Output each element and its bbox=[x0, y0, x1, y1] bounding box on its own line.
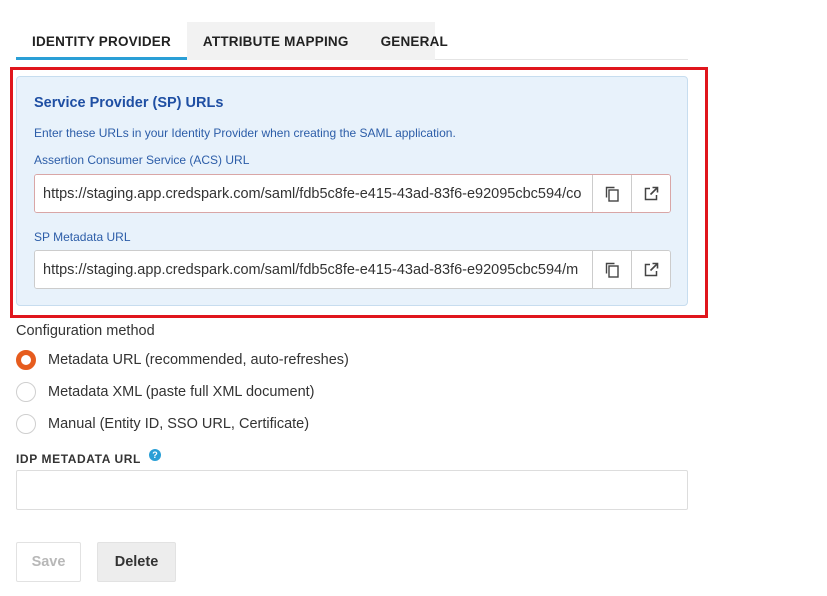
idp-metadata-url-input[interactable] bbox=[16, 470, 688, 510]
delete-button[interactable]: Delete bbox=[97, 542, 176, 582]
tab-identity-provider[interactable]: IDENTITY PROVIDER bbox=[16, 22, 187, 60]
tab-general[interactable]: GENERAL bbox=[365, 22, 464, 60]
radio-label: Manual (Entity ID, SSO URL, Certificate) bbox=[48, 416, 310, 432]
tab-attribute-mapping[interactable]: ATTRIBUTE MAPPING bbox=[187, 22, 365, 60]
highlight-box bbox=[10, 67, 708, 318]
save-button[interactable]: Save bbox=[16, 542, 81, 582]
idp-metadata-url-label-row: IDP METADATA URL ? bbox=[16, 449, 161, 466]
tab-bar: IDENTITY PROVIDER ATTRIBUTE MAPPING GENE… bbox=[16, 22, 688, 60]
help-icon[interactable]: ? bbox=[148, 449, 161, 461]
radio-button-selected[interactable] bbox=[16, 350, 36, 370]
radio-button[interactable] bbox=[16, 382, 36, 402]
config-method-label: Configuration method bbox=[16, 323, 155, 339]
radio-manual[interactable]: Manual (Entity ID, SSO URL, Certificate) bbox=[16, 414, 309, 434]
idp-metadata-url-label: IDP METADATA URL bbox=[16, 452, 141, 466]
radio-label: Metadata XML (paste full XML document) bbox=[48, 384, 315, 400]
radio-button[interactable] bbox=[16, 414, 36, 434]
radio-metadata-url[interactable]: Metadata URL (recommended, auto-refreshe… bbox=[16, 350, 349, 370]
tab-list: IDENTITY PROVIDER ATTRIBUTE MAPPING GENE… bbox=[16, 22, 448, 60]
radio-label: Metadata URL (recommended, auto-refreshe… bbox=[48, 352, 349, 368]
radio-metadata-xml[interactable]: Metadata XML (paste full XML document) bbox=[16, 382, 315, 402]
